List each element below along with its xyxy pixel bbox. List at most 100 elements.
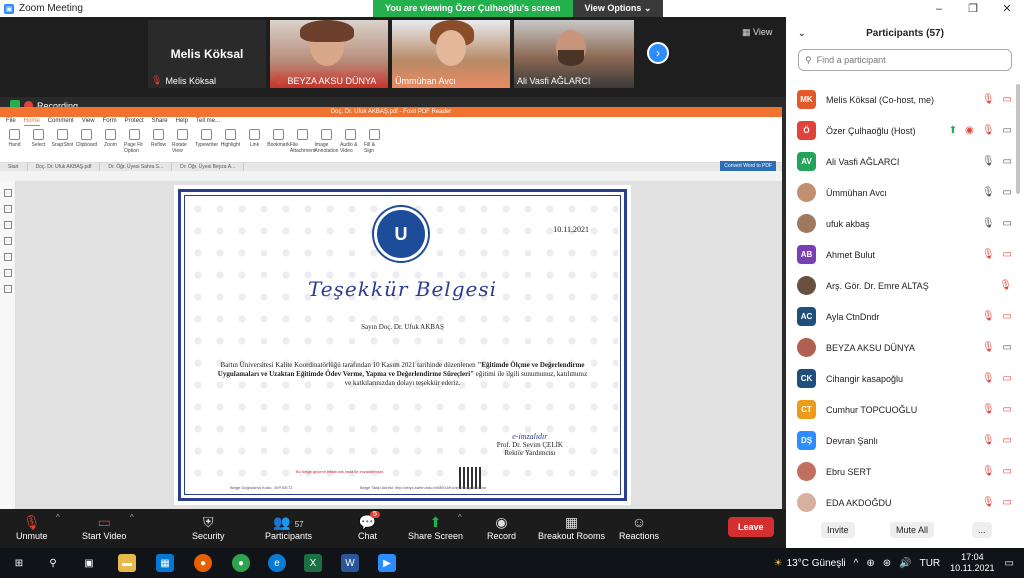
invite-button[interactable]: Invite: [821, 522, 855, 538]
view-options-button[interactable]: View Options ⌄: [572, 0, 664, 17]
tab-doc-3[interactable]: Dr. Öğr. Üyesi Beyza A...: [172, 163, 245, 171]
ribbon-page-fit[interactable]: Page Fit Option: [124, 129, 145, 159]
maximize-button[interactable]: ❐: [956, 2, 990, 15]
more-button[interactable]: ...: [972, 522, 992, 538]
participant-row[interactable]: CK Cihangir kasapoğlu 🎙 ▭: [786, 363, 1018, 394]
menu-home[interactable]: Home: [23, 117, 40, 126]
ribbon-zoom[interactable]: Zoom: [100, 129, 121, 159]
ribbon-file-attachment[interactable]: File Attachment: [290, 129, 315, 159]
participant-row[interactable]: AC Ayla CtnDndr 🎙 ▭: [786, 301, 1018, 332]
zoom-taskbar-icon[interactable]: ▶: [378, 554, 396, 572]
comments-panel-icon[interactable]: [4, 221, 12, 229]
audio-options-caret[interactable]: ^: [56, 513, 60, 522]
file-explorer-icon[interactable]: ▬: [118, 554, 136, 572]
view-button[interactable]: ▦ View: [742, 27, 772, 38]
chat-button[interactable]: 💬 5 Chat: [358, 511, 380, 541]
leave-button[interactable]: Leave: [728, 517, 774, 537]
word-icon[interactable]: W: [341, 554, 359, 572]
menu-comment[interactable]: Comment: [48, 117, 74, 126]
menu-form[interactable]: Form: [103, 117, 117, 126]
ribbon-rotate[interactable]: Rotate View: [172, 129, 193, 159]
tell-me-search[interactable]: Tell me...: [196, 117, 220, 126]
ribbon-clipboard[interactable]: Clipboard: [76, 129, 97, 159]
ribbon-highlight[interactable]: Highlight: [220, 129, 241, 159]
ribbon-typewriter[interactable]: Typewriter: [195, 129, 218, 159]
ribbon-fill-sign[interactable]: Fill & Sign: [364, 129, 385, 159]
wifi-icon[interactable]: ⊛: [883, 558, 891, 569]
store-icon[interactable]: ▦: [156, 554, 174, 572]
ribbon-bookmark[interactable]: Bookmark: [267, 129, 290, 159]
signatures-panel-icon[interactable]: [4, 269, 12, 277]
mute-all-button[interactable]: Mute All: [890, 522, 935, 538]
bookmarks-panel-icon[interactable]: [4, 189, 12, 197]
participants-scrollbar[interactable]: [1016, 84, 1020, 194]
participant-row[interactable]: Ümmühan Avcı 🎙 ▭: [786, 177, 1018, 208]
tab-doc-2[interactable]: Dr. Öğr. Üyesi Sahra S...: [100, 163, 173, 171]
menu-file[interactable]: File: [6, 117, 16, 126]
share-options-caret[interactable]: ^: [458, 513, 462, 522]
ribbon-select[interactable]: Select: [28, 129, 49, 159]
video-tile[interactable]: Melis Köksal 🎙 Melis Köksal: [148, 20, 266, 88]
participant-row[interactable]: ufuk akbaş 🎙 ▭: [786, 208, 1018, 239]
notifications-icon[interactable]: ▭: [1005, 558, 1014, 569]
participant-search[interactable]: ⚲ Find a participant: [798, 49, 1012, 71]
participant-row[interactable]: Ebru SERT 🎙 ▭: [786, 456, 1018, 487]
unmute-button[interactable]: 🎙 Unmute: [16, 513, 48, 541]
participant-row[interactable]: Arş. Gör. Dr. Emre ALTAŞ 🎙: [786, 270, 1018, 301]
menu-protect[interactable]: Protect: [125, 117, 144, 126]
search-icon[interactable]: ⚲: [44, 554, 62, 572]
ribbon-link[interactable]: Link: [244, 129, 265, 159]
menu-view[interactable]: View: [82, 117, 95, 126]
participant-row[interactable]: EDA AKDOĞDU 🎙 ▭: [786, 487, 1018, 518]
participant-row[interactable]: AB Ahmet Bulut 🎙 ▭: [786, 239, 1018, 270]
start-video-button[interactable]: ▭ Start Video: [82, 513, 126, 541]
language-indicator[interactable]: TUR: [920, 558, 941, 569]
task-view-icon[interactable]: ▣: [80, 554, 98, 572]
ribbon-audio-video[interactable]: Audio & Video: [340, 129, 361, 159]
participant-row[interactable]: Ö Özer Çulhaoğlu (Host) ⬆ ◉ 🎙 ▭: [786, 115, 1018, 146]
next-page-button[interactable]: ›: [647, 42, 669, 64]
video-options-caret[interactable]: ^: [130, 513, 134, 522]
security-panel-icon[interactable]: [4, 285, 12, 293]
attachments-panel-icon[interactable]: [4, 253, 12, 261]
security-button[interactable]: ⛨ Security: [192, 513, 225, 541]
participant-row[interactable]: CT Cumhur TOPCUOĞLU 🎙 ▭: [786, 394, 1018, 425]
ribbon-snapshot[interactable]: SnapShot: [52, 129, 73, 159]
participant-row[interactable]: AV Ali Vasfi AĞLARCI 🎙 ▭: [786, 146, 1018, 177]
close-button[interactable]: ✕: [990, 2, 1024, 15]
breakout-rooms-button[interactable]: ▦ Breakout Rooms: [538, 513, 605, 541]
firefox-icon[interactable]: ●: [194, 554, 212, 572]
ribbon-hand[interactable]: Hand: [4, 129, 25, 159]
convert-word-to-pdf[interactable]: Convert Word to PDF: [720, 161, 776, 171]
participants-button[interactable]: 👥 57 Participants: [265, 513, 312, 541]
share-screen-button[interactable]: ⬆ Share Screen: [408, 513, 463, 541]
network-icon[interactable]: ⊕: [866, 558, 874, 569]
windows-start-icon[interactable]: ⊞: [10, 554, 28, 572]
menu-share[interactable]: Share: [152, 117, 168, 126]
volume-icon[interactable]: 🔊: [899, 558, 911, 569]
record-button[interactable]: ◉ Record: [487, 513, 516, 541]
tab-doc-1[interactable]: Doç. Dr. Ufuk AKBAŞ.pdf: [28, 163, 101, 171]
minimize-button[interactable]: –: [922, 3, 956, 15]
video-tile[interactable]: Ali Vasfi AĞLARCI: [514, 20, 634, 88]
ribbon-image-annotation[interactable]: Image Annotation: [315, 129, 338, 159]
edge-icon[interactable]: e: [268, 554, 286, 572]
clock[interactable]: 17:04 10.11.2021: [950, 552, 994, 574]
participant-row[interactable]: MK Melis Köksal (Co-host, me) 🎙 ▭: [786, 84, 1018, 115]
participant-row[interactable]: BEYZA AKSU DÜNYA 🎙 ▭: [786, 332, 1018, 363]
participant-row[interactable]: DŞ Devran Şanlı 🎙 ▭: [786, 425, 1018, 456]
excel-icon[interactable]: X: [304, 554, 322, 572]
tab-start[interactable]: Start: [0, 163, 28, 171]
weather-text[interactable]: 13°C Güneşli: [787, 558, 846, 569]
chrome-icon[interactable]: ●: [232, 554, 250, 572]
chevron-down-icon[interactable]: ⌄: [798, 28, 806, 39]
tray-chevron-icon[interactable]: ^: [854, 558, 859, 569]
reactions-button[interactable]: ☺ Reactions: [619, 513, 659, 541]
pages-panel-icon[interactable]: [4, 205, 12, 213]
video-tile[interactable]: Ümmühan Avcı: [392, 20, 510, 88]
menu-help[interactable]: Help: [176, 117, 188, 126]
ribbon-reflow[interactable]: Reflow: [148, 129, 169, 159]
video-off-icon: ▭: [97, 514, 111, 530]
layers-panel-icon[interactable]: [4, 237, 12, 245]
video-tile[interactable]: 🎙 BEYZA AKSU DÜNYA: [270, 20, 388, 88]
